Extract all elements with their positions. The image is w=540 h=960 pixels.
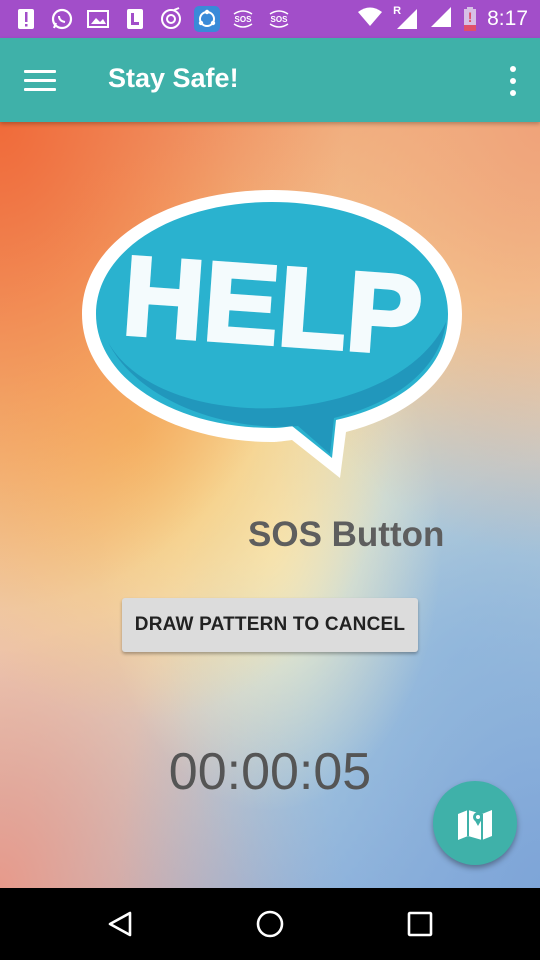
gallery-icon	[86, 7, 110, 31]
help-bubble-image: HELP	[82, 190, 462, 478]
bookmark-icon	[123, 7, 147, 31]
main-content: HELP SOS Button DRAW PATTERN TO CANCEL 0…	[0, 122, 540, 888]
draw-pattern-cancel-button[interactable]: DRAW PATTERN TO CANCEL	[122, 598, 418, 652]
navigation-bar	[0, 888, 540, 960]
signal-icon: R	[393, 5, 419, 31]
app-bar: Stay Safe!	[0, 38, 540, 122]
svg-text:SOS: SOS	[271, 15, 289, 24]
sos-icon: SOS	[231, 7, 255, 31]
sos-heading: SOS Button	[248, 515, 445, 554]
wifi-icon	[357, 7, 383, 32]
status-bar: SOS SOS R ! 8:17	[0, 0, 540, 38]
signal-icon	[429, 6, 453, 33]
home-icon[interactable]	[250, 904, 290, 944]
back-icon[interactable]	[100, 904, 140, 944]
whatsapp-icon	[50, 7, 74, 31]
clock: 8:17	[487, 7, 528, 30]
help-text: HELP	[119, 233, 426, 379]
battery-alert-text: !	[467, 9, 473, 25]
battery-icon: !	[463, 7, 477, 31]
map-icon	[458, 810, 492, 840]
menu-icon[interactable]	[24, 66, 56, 94]
alert-icon	[14, 7, 38, 31]
shareit-icon	[194, 6, 220, 32]
roaming-label: R	[393, 5, 402, 17]
app-title: Stay Safe!	[108, 63, 239, 93]
map-fab-button[interactable]	[433, 781, 517, 865]
svg-text:SOS: SOS	[235, 15, 253, 24]
sos-icon: SOS	[267, 7, 291, 31]
recents-icon[interactable]	[400, 904, 440, 944]
status-right: R ! 8:17	[357, 0, 528, 38]
overflow-menu-icon[interactable]	[506, 66, 520, 96]
music-icon	[159, 7, 183, 31]
